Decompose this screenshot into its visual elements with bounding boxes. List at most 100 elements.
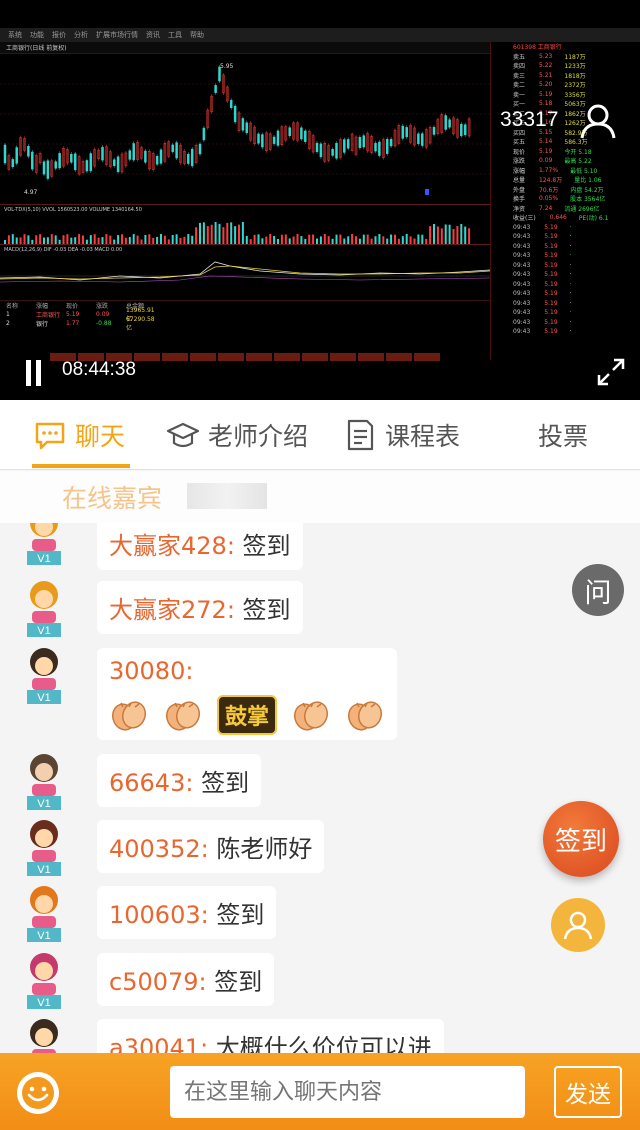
- avatar[interactable]: V1: [24, 951, 64, 1011]
- chat-list[interactable]: V1 大赢家428: 签到 V1 大赢家272: 签到 V1 30080: 鼓掌 V1 6664…: [0, 523, 640, 1053]
- candle-body: [73, 153, 77, 171]
- tick-row: 09:43 5.19 ·: [513, 280, 572, 288]
- volume-bar: [253, 234, 256, 244]
- tab-vote[interactable]: 投票: [538, 400, 588, 470]
- candle-body: [385, 139, 389, 154]
- volume-bar: [382, 236, 385, 244]
- tab-schedule-label: 课程表: [385, 422, 461, 451]
- candle-body: [374, 142, 377, 152]
- send-button[interactable]: 发送: [554, 1066, 622, 1118]
- candle-body: [315, 142, 319, 152]
- avatar[interactable]: V1: [24, 1017, 64, 1053]
- avatar[interactable]: V1: [24, 752, 64, 812]
- tab-teacher[interactable]: 老师介绍: [166, 400, 308, 470]
- low-price-label: 4.97: [24, 189, 38, 196]
- volume-bar: [327, 236, 330, 244]
- volume-bar: [347, 236, 350, 244]
- volume-bar: [210, 224, 213, 244]
- avatar[interactable]: V1: [24, 884, 64, 944]
- candle-body: [27, 145, 30, 157]
- candle-body: [343, 139, 346, 153]
- candle-body: [46, 160, 50, 179]
- candle-body: [421, 133, 424, 146]
- volume-bar: [15, 237, 18, 244]
- chart-title-bar: 工商银行(日线 前复权): [0, 42, 490, 54]
- viewers-icon: [580, 104, 616, 139]
- candle-body: [432, 126, 436, 135]
- candle-body: [233, 105, 237, 123]
- sender-name: 大赢家428: [109, 532, 227, 560]
- avatar[interactable]: V1: [24, 523, 64, 567]
- pause-icon[interactable]: [24, 360, 44, 386]
- menu-item: 分析: [74, 31, 88, 39]
- chat-input[interactable]: [170, 1066, 525, 1118]
- message-text: 签到: [216, 901, 265, 929]
- tab-chat[interactable]: 聊天: [33, 400, 125, 470]
- quote-row: 卖五 5.23 1187万: [513, 52, 586, 61]
- tick-row: 09:43 5.19 ·: [513, 252, 572, 260]
- tab-schedule[interactable]: 课程表: [343, 400, 460, 470]
- candle-body: [198, 143, 202, 155]
- candle-body: [132, 143, 135, 161]
- candle-body: [159, 149, 163, 164]
- candle-body: [288, 127, 291, 137]
- volume-bar: [230, 222, 233, 244]
- chat-bubble: 400352: 陈老师好: [97, 820, 325, 873]
- volume-bar: [460, 224, 463, 244]
- video-player[interactable]: 系统 功能 报价 分析 扩展市场行情 资讯 工具 帮助 工商银行(日线 前复权)…: [0, 0, 640, 400]
- sender-name: c50079: [109, 968, 199, 996]
- avatar[interactable]: V1: [24, 818, 64, 878]
- software-menu-bar: 系统 功能 报价 分析 扩展市场行情 资讯 工具 帮助: [0, 28, 640, 42]
- live-room-screen: 系统 功能 报价 分析 扩展市场行情 资讯 工具 帮助 工商银行(日线 前复权)…: [0, 0, 640, 1130]
- volume-bar: [468, 228, 471, 244]
- message-text: 陈老师好: [216, 835, 313, 863]
- volume-bar: [183, 236, 186, 244]
- checkin-button[interactable]: 签到: [543, 801, 619, 877]
- volume-bar: [54, 235, 57, 244]
- avatar[interactable]: V1: [24, 646, 64, 706]
- emoji-icon[interactable]: [17, 1072, 59, 1114]
- candle-body: [319, 143, 323, 158]
- candle-body: [187, 153, 190, 164]
- sender-name: 400352: [109, 835, 201, 863]
- menu-item: 帮助: [190, 31, 204, 39]
- volume-bar: [46, 237, 49, 244]
- chat-bubble: 100603: 签到: [97, 886, 277, 939]
- volume-bar: [409, 236, 412, 244]
- profile-button[interactable]: [551, 898, 605, 952]
- send-button-label: 发送: [565, 1082, 611, 1108]
- clapping-hands-icon: [111, 701, 147, 731]
- volume-bar: [206, 226, 209, 244]
- volume-bar: [121, 234, 123, 244]
- stock-table: 名称 涨幅 现价 涨跌 总金额 1 工商银行 5.19 0.09 13965.91亿 2…: [0, 300, 490, 360]
- checkin-button-label: 签到: [554, 826, 607, 857]
- message-text: 签到: [242, 532, 291, 560]
- tab-vote-label: 投票: [538, 422, 589, 451]
- ask-button[interactable]: 问: [572, 564, 624, 616]
- volume-bar: [74, 237, 77, 244]
- quote-row: 涨跌 0.09 最高 5.22: [513, 157, 592, 166]
- quote-row: 卖三 5.21 1818万: [513, 71, 586, 80]
- tick-row: 09:43 5.19 ·: [513, 309, 572, 317]
- candle-body: [346, 139, 350, 149]
- volume-bar: [401, 236, 404, 244]
- fullscreen-icon[interactable]: [596, 357, 626, 387]
- candle-body: [112, 159, 116, 166]
- sender-name: 30080: [109, 657, 186, 685]
- stock-title: 工商银行(日线 前复权): [6, 45, 67, 52]
- quote-row: 外盘 70.6万 内盘 54.2万: [513, 186, 604, 194]
- candle-body: [175, 142, 178, 159]
- avatar[interactable]: V1: [24, 579, 64, 639]
- quote-row: 换手 0.05% 股本 3564亿: [513, 195, 606, 204]
- message-text: 签到: [214, 968, 263, 996]
- volume-bar: [199, 222, 201, 244]
- candle-body: [214, 85, 217, 93]
- guest-name-blurred: [187, 483, 267, 509]
- volume-bar: [394, 234, 396, 244]
- candle-body: [300, 127, 303, 140]
- volume-bar: [35, 235, 38, 244]
- volume-bar: [7, 235, 10, 244]
- high-price-label: 5.95: [220, 63, 234, 70]
- message-text: 签到: [242, 596, 291, 624]
- quote-row: 净资 7.24 流通 2696亿: [513, 204, 600, 213]
